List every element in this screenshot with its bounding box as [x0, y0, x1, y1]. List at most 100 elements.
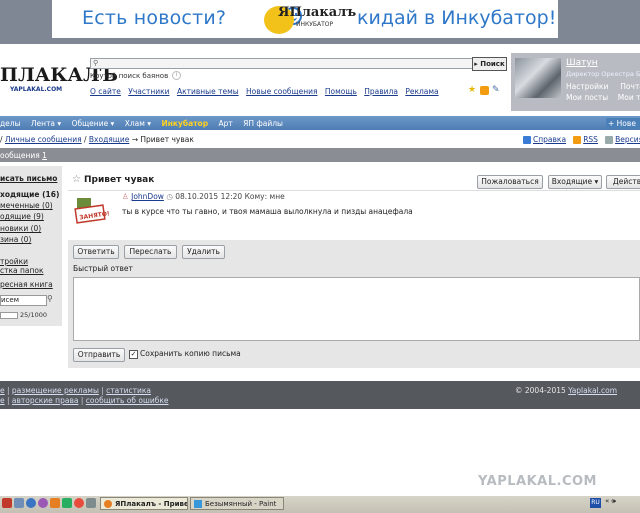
taskbar-task-browser[interactable]: ЯПлакалъ - Привет ч... — [100, 497, 188, 510]
banner-text-left: Есть новости? — [82, 7, 227, 29]
taskbar — [0, 495, 640, 513]
footer-link-copyright[interactable]: авторские права — [12, 396, 79, 405]
complain-button[interactable]: Пожаловаться — [477, 175, 543, 189]
sidebar-cleanup-folders[interactable]: стка папок — [0, 266, 44, 275]
user-avatar[interactable] — [515, 58, 561, 98]
user-link-my-posts[interactable]: Мои посты — [566, 93, 608, 102]
quicklaunch-opera-icon[interactable] — [74, 498, 84, 508]
section-page-link[interactable]: 1 — [42, 151, 47, 160]
sidebar-address-book[interactable]: ресная книга — [0, 280, 53, 289]
info-icon[interactable]: i — [172, 71, 181, 80]
nav-item-junk[interactable]: Хлам ▾ — [125, 119, 151, 128]
footer-link-start[interactable]: е — [0, 386, 5, 395]
section-title-text: ообщения — [0, 151, 40, 160]
sidebar-folder-marked[interactable]: меченные (0) — [0, 201, 53, 210]
breadcrumb-private-messages[interactable]: Личные сообщения — [5, 135, 82, 144]
nav-item-social[interactable]: Общение ▾ — [72, 119, 115, 128]
user-link-mail[interactable]: Почта — [620, 82, 640, 91]
quick-reply-textarea[interactable] — [73, 277, 640, 341]
print-icon — [605, 136, 614, 144]
taskbar-task-paint[interactable]: Безымянный - Paint — [190, 497, 284, 510]
message-datetime: 08.10.2015 12:20 — [175, 192, 243, 201]
user-role: Директор Оркестра Бале — [566, 70, 640, 78]
quicklaunch-app-icon[interactable] — [62, 498, 72, 508]
sidebar-folder-drafts[interactable]: новики (0) — [0, 224, 41, 233]
link-rules[interactable]: Правила — [364, 87, 398, 96]
nav-item-sections[interactable]: делы — [0, 119, 21, 128]
footer-link-statistics[interactable]: статистика — [106, 386, 151, 395]
banner-logo: ЯПлакалъ ИНКУБАТОР — [264, 2, 356, 36]
sidebar-search-input[interactable]: исем — [0, 295, 47, 306]
sidebar-folder-inbox[interactable]: ходящие (16) — [0, 190, 59, 199]
favorite-star-icon[interactable]: ☆ — [72, 174, 81, 185]
search-hint[interactable]: Крутой поиск баянов — [90, 72, 168, 80]
copyright-link[interactable]: Yaplakal.com — [568, 386, 617, 395]
search-icon: ⚲ — [93, 59, 99, 67]
keep-copy-label[interactable]: Сохранить копию письма — [140, 349, 241, 358]
search-input[interactable] — [90, 58, 476, 69]
attach-icon[interactable]: ✎ — [492, 86, 501, 95]
section-title: ообщения 1 — [0, 151, 47, 160]
search-button[interactable]: ▸ Поиск — [472, 57, 507, 71]
system-tray[interactable]: « 🕪 — [605, 497, 616, 506]
link-members[interactable]: Участники — [128, 87, 169, 96]
nav-item-feed[interactable]: Лента ▾ — [31, 119, 61, 128]
breadcrumb: / Личные сообщения / Входящие → Привет ч… — [0, 135, 194, 144]
sidebar-folder-sent[interactable]: одящие (9) — [0, 212, 44, 221]
quicklaunch-tool-icon[interactable] — [86, 498, 96, 508]
nav-item-art[interactable]: Арт — [218, 119, 232, 128]
header-icons: ★ ✎ — [468, 86, 504, 95]
quick-reply-label: Быстрый ответ — [73, 264, 133, 273]
delete-button[interactable]: Удалить — [182, 245, 225, 259]
rss-icon[interactable] — [480, 86, 489, 95]
sender-avatar[interactable]: ЗАНЯТО! — [74, 196, 112, 226]
nav-new-button[interactable]: + Нове — [606, 118, 640, 129]
user-link-settings[interactable]: Настройки — [566, 82, 608, 91]
user-link-my-topics[interactable]: Мои те — [618, 93, 640, 102]
message-author[interactable]: JohnDow — [131, 192, 164, 201]
link-rss[interactable]: RSS — [583, 135, 598, 144]
link-help-right[interactable]: Справка — [533, 135, 566, 144]
send-button[interactable]: Отправить — [73, 348, 125, 362]
user-name[interactable]: Шатун — [566, 58, 598, 68]
sidebar-settings[interactable]: тройки — [0, 257, 28, 266]
reply-button[interactable]: Ответить — [73, 245, 119, 259]
ad-banner[interactable]: Есть новости? ЯПлакалъ ИНКУБАТОР кидай в… — [52, 0, 558, 38]
link-about[interactable]: О сайте — [90, 87, 121, 96]
forward-button[interactable]: Переслать — [124, 245, 177, 259]
search-icon[interactable]: ⚲ — [47, 294, 53, 303]
sidebar-folder-trash[interactable]: зина (0) — [0, 235, 31, 244]
quicklaunch-browser-icon[interactable] — [26, 498, 36, 508]
footer-link-advertising[interactable]: размещение рекламы — [12, 386, 99, 395]
footer-link-start2[interactable]: е — [0, 396, 5, 405]
quicklaunch-folder-icon[interactable] — [50, 498, 60, 508]
link-new-posts[interactable]: Новые сообщения — [246, 87, 317, 96]
message-title: Привет чувак — [84, 175, 155, 185]
breadcrumb-inbox[interactable]: Входящие — [89, 135, 129, 144]
quota-count: 25/1000 — [20, 311, 48, 319]
link-print-version[interactable]: Версия дл — [615, 135, 640, 144]
language-indicator[interactable]: RU — [590, 498, 601, 508]
link-active-topics[interactable]: Активные темы — [177, 87, 239, 96]
top-links: О сайте Участники Активные темы Новые со… — [90, 87, 444, 96]
taskbar-task-paint-label: Безымянный - Paint — [205, 500, 277, 508]
quicklaunch-ie-icon[interactable] — [14, 498, 24, 508]
user-links-row1: Настройки Почта — [566, 82, 640, 91]
sidebar-write-message[interactable]: исать письмо — [0, 174, 57, 183]
move-folder-dropdown[interactable]: Входящие ▾ — [548, 175, 602, 189]
nav-item-incubator[interactable]: Инкубатор — [161, 119, 208, 128]
star-icon[interactable]: ★ — [468, 86, 477, 95]
actions-button[interactable]: Действ — [606, 175, 640, 189]
link-ads[interactable]: Реклама — [405, 87, 438, 96]
footer-link-report-bug[interactable]: сообщить об ошибке — [86, 396, 169, 405]
right-links: Справка RSS Версия дл — [523, 135, 640, 144]
section-bar — [0, 148, 640, 162]
firefox-icon — [104, 500, 112, 508]
link-help[interactable]: Помощь — [325, 87, 357, 96]
divider — [68, 190, 640, 191]
keep-copy-checkbox[interactable]: ✓ — [129, 350, 138, 359]
quicklaunch-media-icon[interactable] — [38, 498, 48, 508]
start-icon[interactable] — [2, 498, 12, 508]
nav-item-files[interactable]: ЯП файлы — [243, 119, 283, 128]
search-button-label: Поиск — [480, 60, 505, 68]
